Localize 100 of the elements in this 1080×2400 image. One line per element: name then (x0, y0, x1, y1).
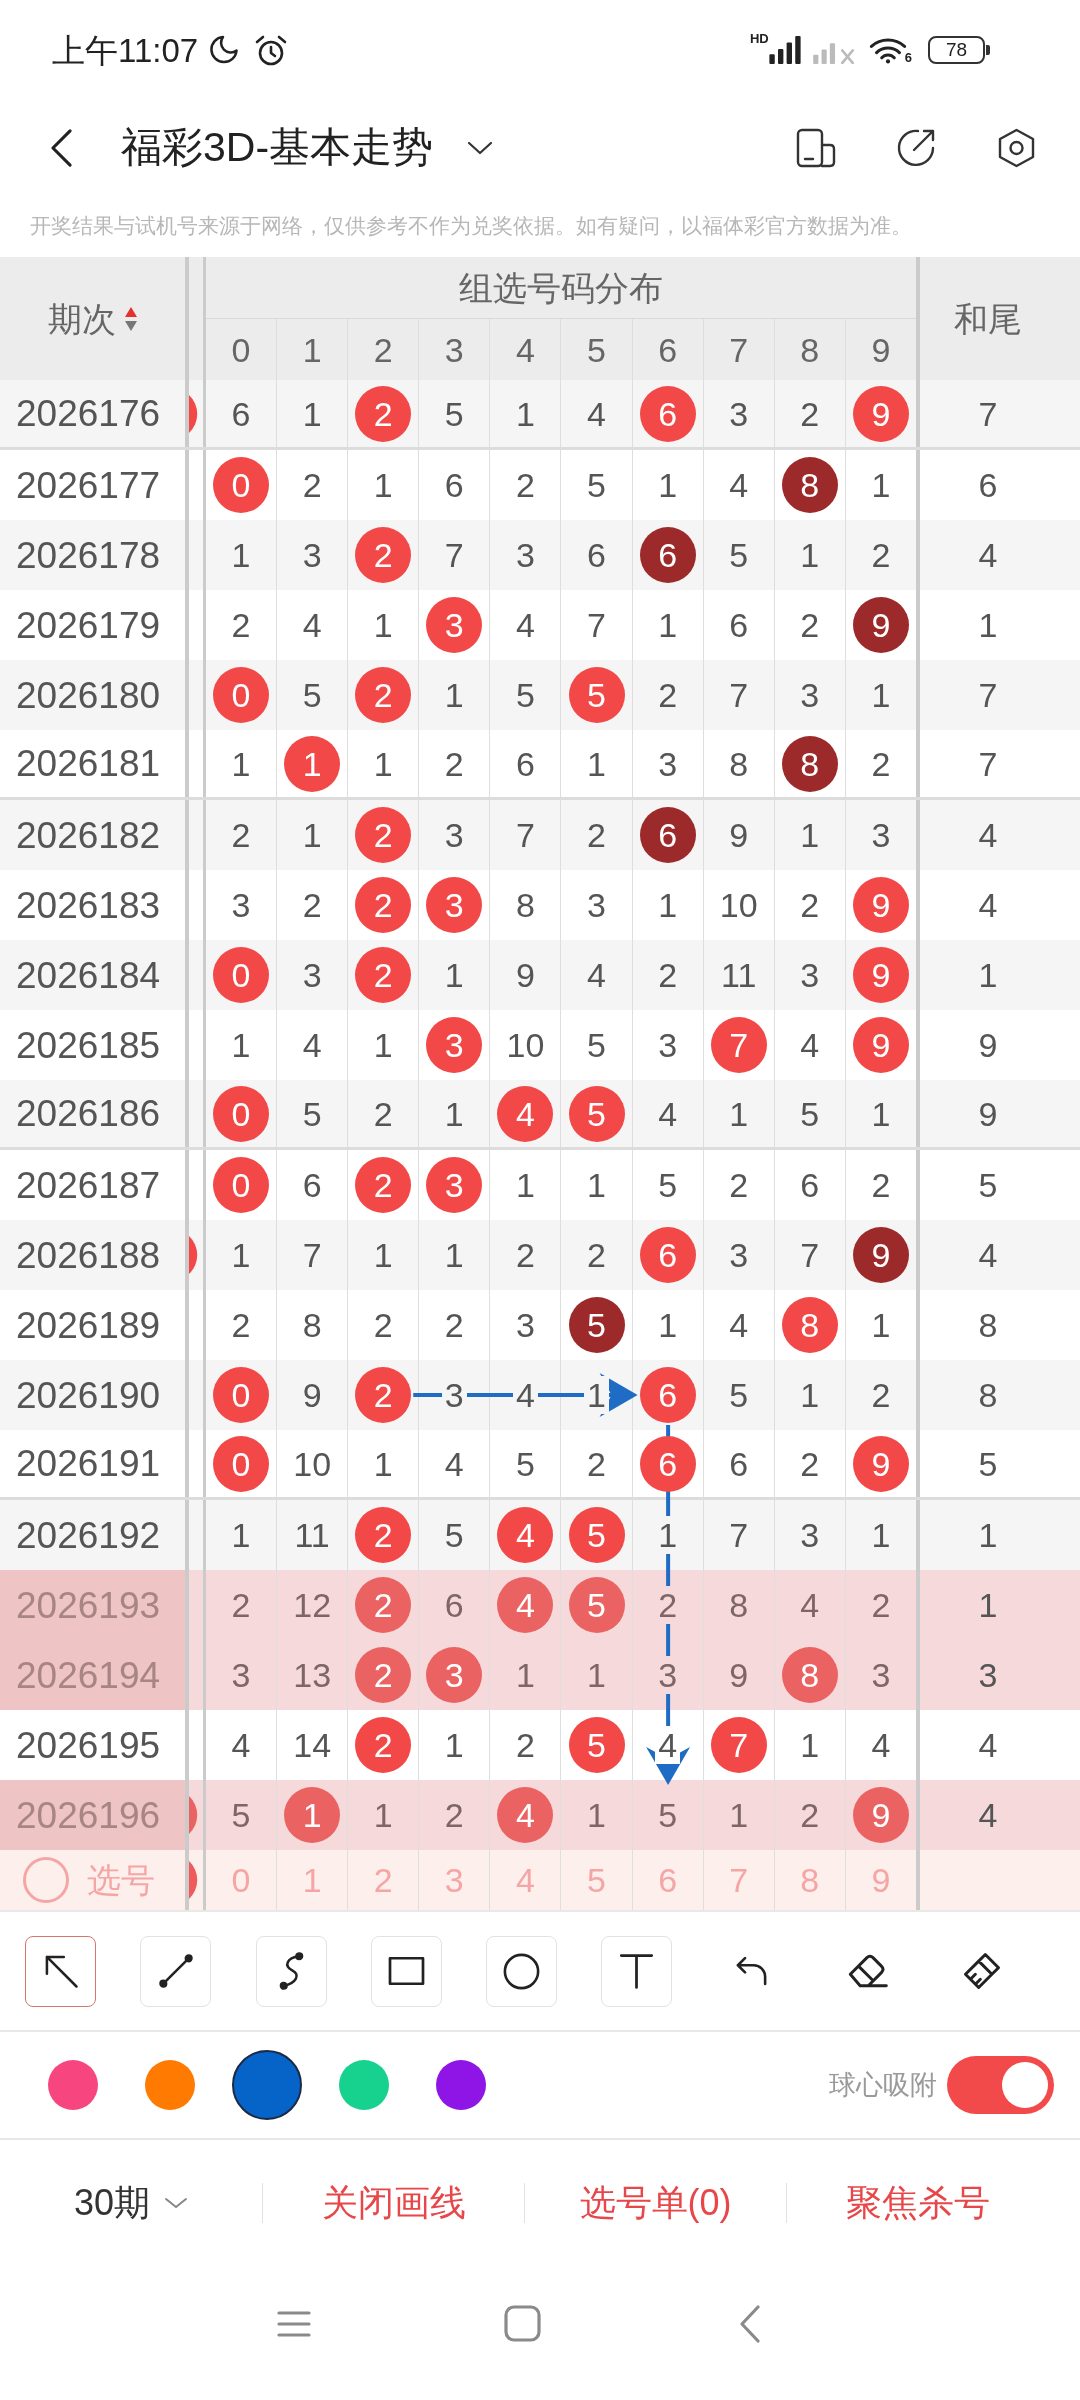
digit-header: 9 (871, 332, 891, 367)
sum-tail: 4 (978, 1238, 998, 1272)
sum-tail: 7 (978, 746, 998, 781)
number-ball: 3 (426, 877, 483, 933)
line-icon (156, 1952, 195, 1990)
pick-digit[interactable]: 0 (231, 1863, 251, 1897)
text-icon (619, 1952, 655, 1990)
sum-tail: 7 (978, 678, 998, 712)
number-ball: 2 (355, 1157, 412, 1213)
chevron-down-icon (164, 2196, 188, 2209)
period-number: 2026187 (16, 1166, 161, 1204)
pick-digit[interactable]: 5 (587, 1863, 606, 1897)
digit-header: 4 (515, 332, 535, 367)
chevron-left-icon[interactable] (50, 127, 73, 168)
number-ball: 2 (355, 1367, 412, 1423)
period-header[interactable]: 期次 (47, 301, 116, 336)
pick-digit[interactable]: 4 (515, 1863, 535, 1897)
period-number: 2026179 (16, 606, 161, 644)
action-link[interactable]: 聚焦杀号 (845, 2184, 990, 2221)
digit-header: 2 (373, 332, 393, 367)
pick-digit[interactable]: 8 (800, 1863, 820, 1897)
color-swatch-icon[interactable] (338, 2060, 389, 2110)
digit-header: 5 (587, 332, 606, 367)
period-number: 2026181 (16, 745, 161, 782)
number-ball: 6 (639, 807, 696, 863)
settings-icon[interactable] (998, 127, 1035, 168)
period-number: 2026191 (16, 1445, 161, 1482)
sum-tail: 1 (978, 958, 998, 992)
square-icon[interactable] (503, 2305, 541, 2342)
period-number: 2026190 (16, 1376, 161, 1414)
pick-digit[interactable]: 7 (729, 1863, 749, 1897)
period-number: 2026196 (16, 1796, 161, 1834)
number-ball: 0 (213, 457, 270, 513)
number-ball: 6 (639, 1227, 696, 1283)
number-ball: 6 (639, 1367, 696, 1423)
menu-icon[interactable] (277, 2309, 311, 2338)
sum-tail: 8 (978, 1308, 998, 1342)
signal-bars-icon (768, 36, 801, 64)
number-ball: 0 (213, 1085, 270, 1142)
period-number: 2026184 (16, 956, 161, 994)
sum-tail: 4 (978, 1798, 998, 1832)
undo-icon[interactable] (735, 1955, 769, 1987)
number-ball: 5 (568, 1085, 625, 1142)
sum-tail: 4 (978, 538, 998, 572)
color-swatch-icon[interactable] (47, 2060, 98, 2110)
color-swatch-icon[interactable] (435, 2060, 486, 2110)
number-ball: 4 (497, 1507, 554, 1563)
period-number: 2026186 (16, 1095, 161, 1132)
chevron-down-icon[interactable] (467, 140, 494, 155)
color-swatch-icon[interactable] (144, 2060, 195, 2110)
pick-digit[interactable]: 2 (373, 1863, 393, 1897)
snap-label: 球心吸附 (829, 2071, 937, 2099)
sum-tail: 5 (978, 1446, 998, 1481)
brush-icon[interactable] (963, 1952, 1002, 1990)
miss-count: 1 (584, 1376, 609, 1414)
number-ball: 9 (852, 1435, 909, 1492)
sum-tail: 6 (978, 468, 998, 502)
number-ball: 6 (639, 1435, 696, 1492)
digit-header: 0 (231, 332, 251, 367)
number-ball: 2 (355, 1717, 412, 1773)
pick-digit[interactable]: 1 (302, 1863, 322, 1897)
number-ball: 9 (852, 947, 909, 1003)
page-title[interactable]: 福彩3D-基本走势 (121, 127, 434, 168)
period-number: 2026176 (16, 395, 161, 432)
period-number: 2026195 (16, 1726, 161, 1764)
alarm-clock-icon (254, 33, 289, 67)
period-range-dropdown[interactable]: 30期 (73, 2184, 188, 2221)
number-ball: 9 (852, 1227, 909, 1283)
number-ball: 4 (497, 1577, 554, 1633)
number-ball: 9 (852, 597, 909, 653)
tail-header: 和尾 (954, 301, 1022, 336)
sum-tail: 1 (978, 608, 998, 642)
number-ball: 2 (355, 667, 412, 723)
number-ball: 3 (426, 1647, 483, 1703)
action-link[interactable]: 关闭画线 (321, 2184, 466, 2221)
period-number: 2026192 (16, 1516, 161, 1554)
sum-tail: 7 (978, 396, 998, 431)
moon-icon (208, 34, 239, 66)
miss-count: 4 (655, 1726, 681, 1764)
device-icon[interactable] (796, 127, 836, 168)
share-icon[interactable] (896, 127, 936, 168)
action-link[interactable]: 选号单(0) (579, 2184, 732, 2221)
sort-icon[interactable] (123, 305, 138, 332)
sum-tail: 4 (978, 1728, 998, 1762)
eraser-icon[interactable] (846, 1953, 888, 1989)
pick-digit[interactable]: 6 (658, 1863, 678, 1897)
pick-digit[interactable]: 9 (871, 1863, 891, 1897)
snap-toggle[interactable] (947, 2056, 1054, 2114)
digit-header: 8 (800, 332, 820, 367)
circle-icon (502, 1951, 541, 1991)
disclaimer-text: 开奖结果与试机号来源于网络，仅供参考不作为兑奖依据。如有疑问，以福体彩官方数据为准。 (29, 213, 913, 240)
pick-digit[interactable]: 3 (444, 1863, 464, 1897)
tool-button[interactable] (25, 1935, 97, 2007)
sum-tail: 1 (978, 1518, 998, 1552)
number-ball: 3 (426, 597, 483, 653)
number-ball: 2 (355, 385, 412, 442)
number-ball: 5 (568, 1717, 625, 1773)
number-ball: 7 (710, 1717, 767, 1773)
number-ball: 9 (852, 1787, 909, 1843)
number-ball: 8 (781, 1297, 838, 1353)
